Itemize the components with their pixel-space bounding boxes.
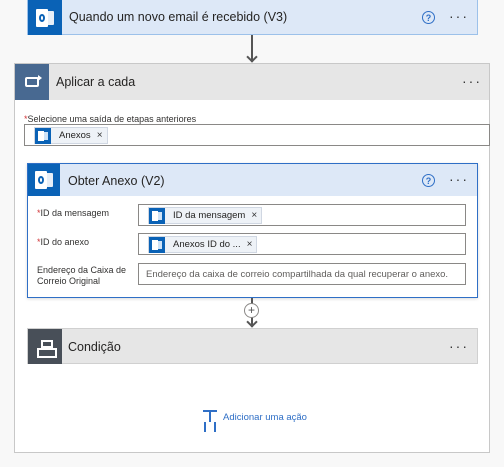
attachment-id-label-text: ID do anexo	[40, 237, 90, 247]
message-id-label-text: ID da mensagem	[40, 208, 110, 218]
help-icon[interactable]: ?	[422, 11, 435, 24]
mailbox-address-label-line2: Correio Original	[37, 276, 101, 286]
select-output-label-text: Selecione uma saída de etapas anteriores	[27, 114, 197, 124]
mailbox-address-label-line1: Endereço da Caixa de	[37, 265, 127, 275]
outlook-icon	[28, 164, 60, 196]
help-icon[interactable]: ?	[422, 174, 435, 187]
condition-title: Condição	[68, 340, 121, 354]
trigger-title: Quando um novo email é recebido (V3)	[69, 10, 288, 24]
mailbox-address-field[interactable]: Endereço da caixa de correio compartilha…	[138, 263, 466, 285]
close-icon[interactable]: ×	[251, 210, 257, 221]
apply-to-each-title: Aplicar a cada	[56, 75, 136, 89]
add-action-label: Adicionar uma ação	[223, 411, 307, 423]
close-icon[interactable]: ×	[97, 130, 103, 141]
more-options-icon[interactable]: ···	[449, 339, 469, 353]
more-options-icon[interactable]: ···	[449, 9, 469, 23]
more-options-icon[interactable]: ···	[449, 172, 469, 186]
arrow-head-icon	[246, 51, 258, 63]
get-attachment-title: Obter Anexo (V2)	[68, 174, 165, 188]
close-icon[interactable]: ×	[247, 239, 253, 250]
token-message-id[interactable]: ID da mensagem ×	[148, 207, 263, 224]
select-output-field[interactable]: Anexos ×	[24, 124, 490, 146]
get-attachment-card: Obter Anexo (V2) ? ··· *ID da mensagem I…	[27, 163, 478, 298]
apply-to-each-header[interactable]: Aplicar a cada ···	[15, 64, 489, 100]
condition-card[interactable]: Condição ···	[27, 328, 478, 364]
add-action-icon	[203, 410, 217, 424]
outlook-icon	[149, 236, 165, 253]
outlook-icon	[28, 0, 62, 35]
loop-icon	[15, 64, 49, 100]
select-output-label: *Selecione uma saída de etapas anteriore…	[24, 114, 196, 124]
add-action-button[interactable]: Adicionar uma ação	[203, 410, 307, 424]
outlook-icon	[149, 207, 165, 224]
token-anexos[interactable]: Anexos ×	[34, 127, 108, 144]
token-label: Anexos	[59, 130, 91, 141]
mailbox-address-placeholder: Endereço da caixa de correio compartilha…	[146, 269, 449, 280]
token-label: ID da mensagem	[173, 210, 246, 221]
attachment-id-field[interactable]: Anexos ID do ... ×	[138, 233, 466, 255]
trigger-card[interactable]: Quando um novo email é recebido (V3) ? ·…	[27, 0, 478, 35]
token-attachment-id[interactable]: Anexos ID do ... ×	[148, 236, 258, 253]
message-id-field[interactable]: ID da mensagem ×	[138, 204, 466, 226]
get-attachment-header[interactable]: Obter Anexo (V2) ? ···	[28, 164, 477, 196]
token-label: Anexos ID do ...	[173, 239, 241, 250]
attachment-id-label: *ID do anexo	[37, 237, 89, 247]
outlook-icon	[35, 127, 51, 144]
condition-icon	[28, 329, 62, 364]
more-options-icon[interactable]: ···	[462, 74, 482, 88]
message-id-label: *ID da mensagem	[37, 208, 109, 218]
